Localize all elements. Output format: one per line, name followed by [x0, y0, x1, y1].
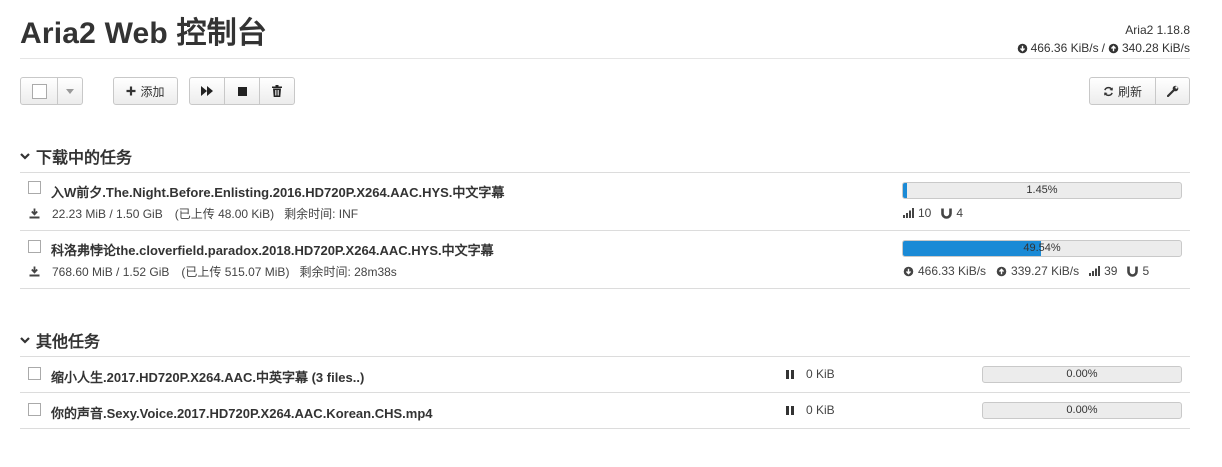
- active-section-title: 下载中的任务: [36, 150, 133, 167]
- task-checkbox[interactable]: [28, 240, 41, 253]
- task-remaining: 剩余时间: INF: [284, 207, 359, 221]
- seeds-count: 4: [956, 206, 964, 220]
- task-progress-bar: 0.00%: [982, 366, 1182, 383]
- connections-count: 39: [1104, 264, 1118, 278]
- row-divider: [20, 230, 1190, 231]
- task-size: 0 KiB: [806, 367, 835, 381]
- active-section-header[interactable]: 下载中的任务: [20, 144, 132, 168]
- other-section-header[interactable]: 其他任务: [20, 328, 100, 352]
- settings-group: 刷新: [1089, 77, 1190, 105]
- refresh-icon: [1104, 86, 1113, 96]
- task-meta: 768.60 MiB / 1.52 GiB (已上传 515.07 MiB) 剩…: [29, 263, 397, 280]
- task-size: 768.60 MiB / 1.52 GiB: [52, 264, 170, 279]
- progress-label: 49.54%: [1023, 242, 1061, 254]
- task-progress-bar: 1.45%: [902, 182, 1182, 199]
- speed-separator: /: [1101, 41, 1105, 55]
- task-uploaded: (已上传 48.00 KiB): [174, 207, 275, 221]
- task-remaining: 剩余时间: 28m38s: [299, 265, 397, 279]
- add-button-label: 添加: [140, 84, 165, 99]
- task-uploaded: (已上传 515.07 MiB): [181, 265, 290, 279]
- checkbox-box: [28, 181, 41, 194]
- progress-label: 1.45%: [1026, 184, 1058, 196]
- stop-icon: [237, 86, 247, 96]
- task-name[interactable]: 你的声音.Sexy.Voice.2017.HD720P.X264.AAC.Kor…: [51, 403, 433, 422]
- version-label: Aria2 1.18.8: [1125, 23, 1190, 37]
- task-status: 0 KiB: [786, 403, 835, 417]
- task-actions-group: [189, 77, 295, 105]
- chevron-down-icon: [20, 152, 30, 160]
- download-speed-icon: [903, 266, 914, 276]
- plus-icon: [126, 86, 136, 96]
- row-divider: [20, 172, 1190, 173]
- select-all-group: [20, 77, 83, 105]
- checkbox-box: [28, 367, 41, 380]
- checkbox-box: [31, 83, 47, 99]
- other-section-title: 其他任务: [36, 334, 101, 351]
- resume-button[interactable]: [190, 78, 225, 104]
- checkbox-box: [28, 240, 41, 253]
- add-button[interactable]: 添加: [114, 78, 177, 104]
- task-size: 22.23 MiB / 1.50 GiB: [52, 206, 163, 221]
- download-icon: [29, 208, 40, 219]
- global-upload-speed: 340.28 KiB/s: [1121, 41, 1190, 55]
- progress-label: 0.00%: [1066, 404, 1098, 416]
- page-title: Aria2 Web 控制台: [20, 17, 268, 50]
- header-divider: [20, 58, 1190, 59]
- checkbox-box: [28, 403, 41, 416]
- pause-icon: [786, 369, 794, 379]
- task-status: 0 KiB: [786, 367, 835, 381]
- task-meta: 22.23 MiB / 1.50 GiB (已上传 48.00 KiB) 剩余时…: [29, 205, 358, 222]
- signal-icon: [903, 208, 914, 218]
- task-name[interactable]: 科洛弗悖论the.cloverfield.paradox.2018.HD720P…: [51, 240, 494, 259]
- row-divider: [20, 428, 1190, 429]
- task-download-speed: 466.33 KiB/s: [918, 264, 987, 278]
- settings-button[interactable]: [1156, 78, 1189, 104]
- global-download-speed: 466.36 KiB/s: [1030, 41, 1099, 55]
- upload-speed-icon: [1108, 43, 1119, 54]
- task-checkbox[interactable]: [28, 367, 41, 380]
- caret-down-icon: [66, 88, 74, 94]
- wrench-icon: [1166, 85, 1178, 97]
- chevron-down-icon: [20, 336, 30, 344]
- select-dropdown-button[interactable]: [58, 78, 82, 104]
- stop-button[interactable]: [225, 78, 260, 104]
- task-progress-bar: 0.00%: [982, 402, 1182, 419]
- row-divider: [20, 356, 1190, 357]
- task-upload-speed: 339.27 KiB/s: [1011, 264, 1080, 278]
- seeds-count: 5: [1142, 264, 1150, 278]
- magnet-icon: [941, 208, 953, 219]
- download-speed-icon: [1017, 43, 1028, 54]
- task-checkbox[interactable]: [28, 181, 41, 194]
- row-divider: [20, 392, 1190, 393]
- progress-label: 0.00%: [1066, 368, 1098, 380]
- delete-button[interactable]: [260, 78, 294, 104]
- task-progress-bar: 49.54%: [902, 240, 1182, 257]
- select-all-checkbox[interactable]: [21, 78, 58, 104]
- upload-speed-icon: [996, 266, 1007, 276]
- task-stats: 10 4: [903, 206, 963, 220]
- task-name[interactable]: 缩小人生.2017.HD720P.X264.AAC.中英字幕 (3 files.…: [51, 367, 364, 386]
- magnet-icon: [1127, 266, 1139, 277]
- task-stats: 466.33 KiB/s 339.27 KiB/s 39 5: [903, 264, 1149, 278]
- task-size: 0 KiB: [806, 403, 835, 417]
- trash-icon: [272, 85, 282, 97]
- signal-icon: [1089, 266, 1101, 276]
- connections-count: 10: [918, 206, 932, 220]
- row-divider: [20, 288, 1190, 289]
- pause-icon: [786, 405, 794, 415]
- download-icon: [29, 266, 40, 277]
- fast-forward-icon: [201, 86, 213, 96]
- task-name[interactable]: 入W前夕.The.Night.Before.Enlisting.2016.HD7…: [51, 182, 504, 201]
- task-checkbox[interactable]: [28, 403, 41, 416]
- refresh-button-label: 刷新: [1117, 84, 1142, 99]
- add-group: 添加: [113, 77, 178, 105]
- refresh-button[interactable]: 刷新: [1090, 78, 1156, 104]
- global-speeds: 466.36 KiB/s / 340.28 KiB/s: [1017, 41, 1190, 55]
